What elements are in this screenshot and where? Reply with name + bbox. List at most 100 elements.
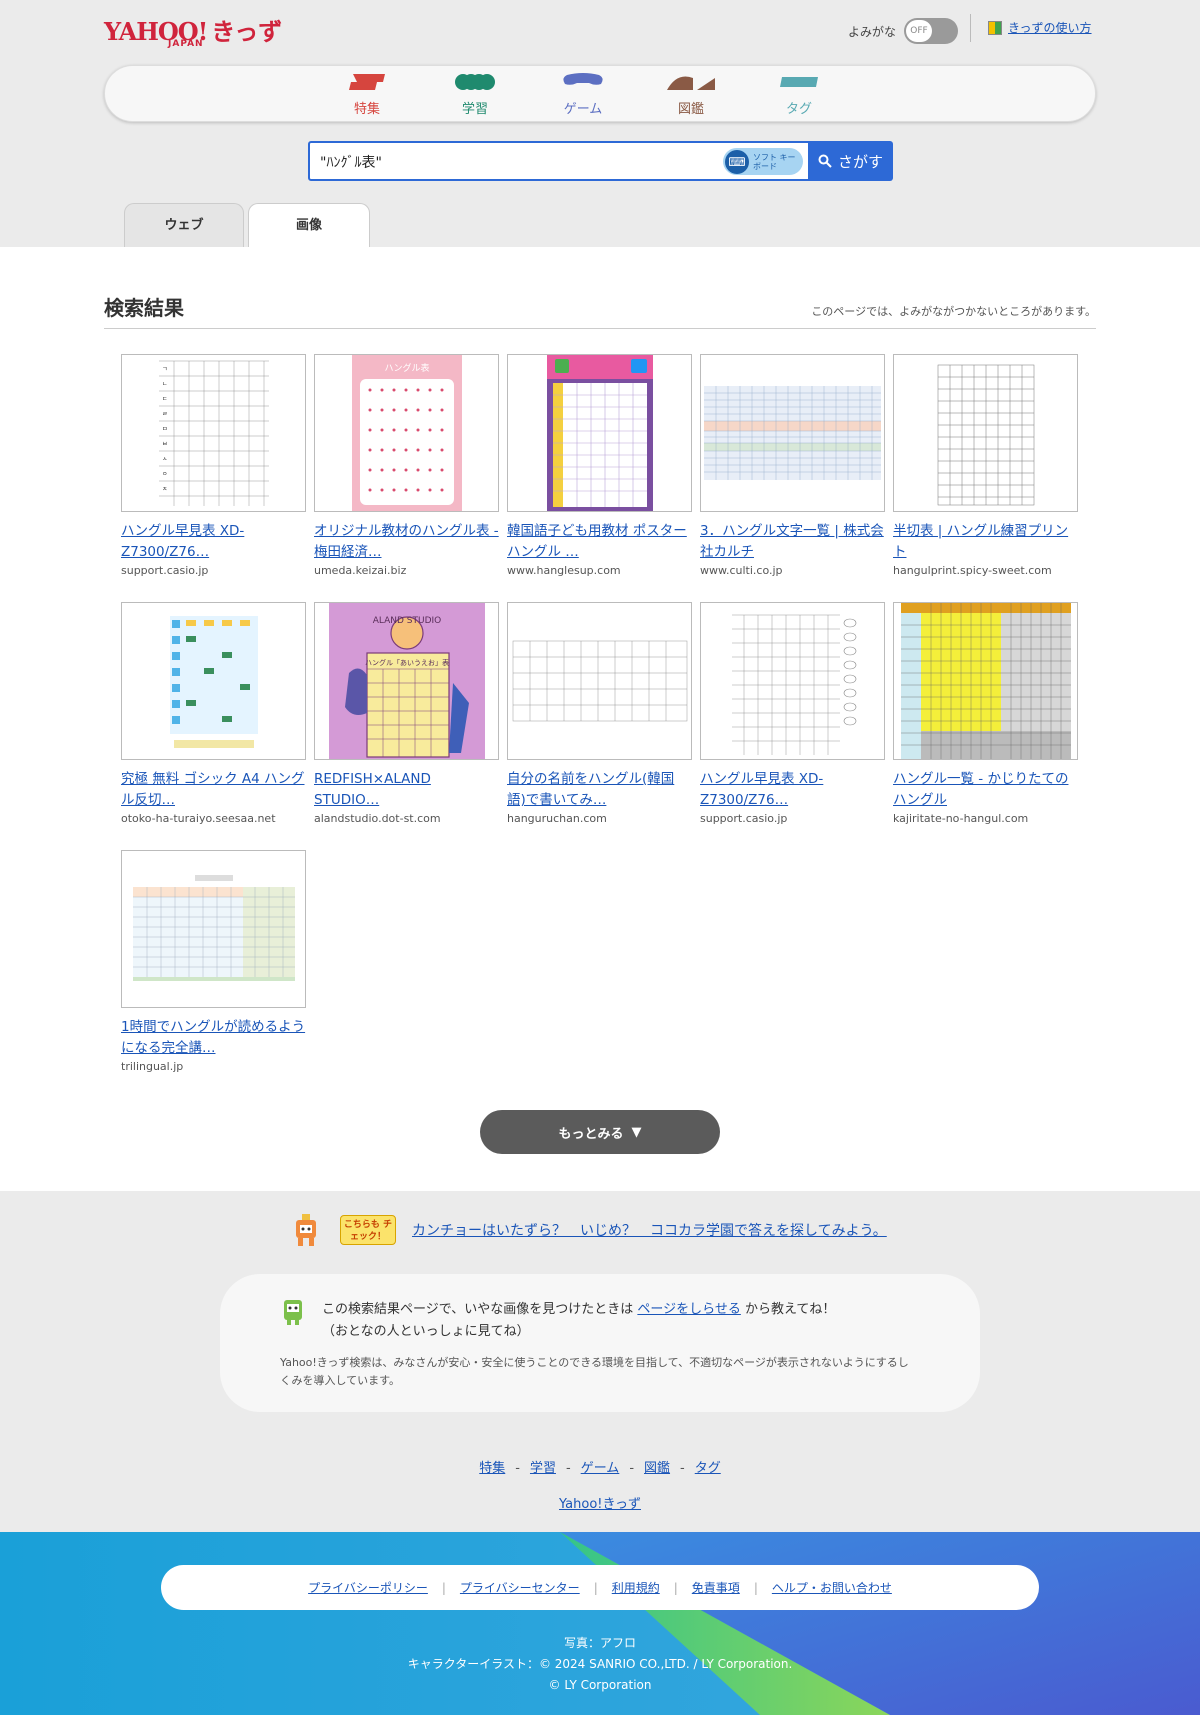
report-notice: この検索結果ページで、いやな画像を見つけたときは ページをしらせる から教えてね… xyxy=(220,1274,980,1412)
search-bar: ⌨ ソフト キーボード さがす xyxy=(308,141,893,181)
result-title-link[interactable]: 究極 無料 ゴシック A4 ハングル反切… xyxy=(121,769,306,811)
yahoo-kids-home-link[interactable]: Yahoo!きっず xyxy=(559,1497,641,1512)
toggle-state: OFF xyxy=(906,20,933,42)
nav-label-feature: 特集 xyxy=(353,102,380,117)
footnav-tag[interactable]: タグ xyxy=(695,1461,721,1476)
page-title: 検索結果 xyxy=(104,296,184,320)
result-thumbnail[interactable]: ハングル表 xyxy=(314,354,499,512)
footnav-encyclopedia[interactable]: 図鑑 xyxy=(644,1461,670,1476)
game-icon xyxy=(563,73,603,85)
search-input[interactable] xyxy=(320,151,700,173)
privacy-policy-link[interactable]: プライバシーポリシー xyxy=(308,1579,428,1596)
svg-text:ㅈ: ㅈ xyxy=(162,486,168,493)
copyright: © LY Corporation xyxy=(548,1678,652,1692)
howto-link[interactable]: きっずの使い方 xyxy=(1008,19,1092,36)
footnav-game[interactable]: ゲーム xyxy=(581,1461,620,1476)
result-card: ㄱㄴㄷㄹㅁㅂㅅㅇㅈ ハングル早見表 XD-Z7300/Z76… support.… xyxy=(121,354,306,577)
robot-character-icon xyxy=(296,1214,316,1246)
search-button-label: さがす xyxy=(837,152,883,171)
privacy-center-link[interactable]: プライバシーセンター xyxy=(460,1579,580,1596)
yomigana-toggle[interactable]: OFF xyxy=(904,18,959,44)
svg-text:ㅁ: ㅁ xyxy=(162,426,168,433)
result-card: ハングル「あいうえお」表 ALAND STUDIO REDFISH×ALAND S… xyxy=(314,602,499,825)
soft-keyboard-button[interactable]: ⌨ ソフト キーボード xyxy=(723,148,803,175)
result-title-link[interactable]: ハングル一覧 - かじりたてのハングル xyxy=(893,769,1078,811)
result-domain: support.casio.jp xyxy=(121,564,209,577)
result-thumbnail[interactable]: ㄱㄴㄷㄹㅁㅂㅅㅇㅈ xyxy=(121,354,306,512)
notice-description: Yahoo!きっず検索は、みなさんが安心・安全に使うことのできる環境を目指して、… xyxy=(280,1356,909,1387)
footnav-feature[interactable]: 特集 xyxy=(479,1461,505,1476)
nav-label-game: ゲーム xyxy=(563,102,603,117)
result-card: 究極 無料 ゴシック A4 ハングル反切… otoko-ha-turaiyo.s… xyxy=(121,602,306,825)
disclaimer-link[interactable]: 免責事項 xyxy=(692,1579,740,1596)
result-card: ハングル早見表 XD-Z7300/Z76… support.casio.jp xyxy=(700,602,885,825)
result-thumbnail[interactable] xyxy=(893,602,1078,760)
show-more-label: もっとみる xyxy=(558,1126,624,1142)
result-thumbnail[interactable] xyxy=(121,850,306,1008)
search-box: ⌨ ソフト キーボード xyxy=(308,141,810,181)
chart-thumbnail-image xyxy=(727,603,858,759)
search-button[interactable]: さがす xyxy=(808,141,893,181)
result-thumbnail[interactable]: ハングル「あいうえお」表 ALAND STUDIO xyxy=(314,602,499,760)
check-badge: こちらも チェック！ xyxy=(340,1215,396,1245)
result-thumbnail[interactable] xyxy=(700,354,885,512)
tab-images[interactable]: 画像 xyxy=(248,203,370,247)
result-title-link[interactable]: 自分の名前をハングル(韓国語)で書いてみ… xyxy=(507,769,692,811)
svg-text:ㄴ: ㄴ xyxy=(162,381,168,388)
tab-web[interactable]: ウェブ xyxy=(124,203,244,247)
result-title-link[interactable]: 1時間でハングルが読めるようになる完全講… xyxy=(121,1017,306,1059)
result-domain: hanguruchan.com xyxy=(507,812,607,825)
nav-item-feature[interactable]: 特集 xyxy=(327,72,407,117)
footnav-separator: - xyxy=(565,1461,571,1476)
terms-link[interactable]: 利用規約 xyxy=(612,1579,660,1596)
nav-item-study[interactable]: 学習 xyxy=(435,72,515,117)
kokokara-link[interactable]: カンチョーはいたずら？ いじめ？ ココカラ学園で答えを探してみよう。 xyxy=(412,1220,887,1240)
footnav-separator: - xyxy=(515,1461,520,1476)
nav-item-tag[interactable]: タグ xyxy=(759,72,839,117)
search-icon xyxy=(818,154,832,168)
result-card: 自分の名前をハングル(韓国語)で書いてみ… hanguruchan.com xyxy=(507,602,692,825)
colorful-chart-thumbnail-image xyxy=(163,606,264,756)
yahoo-kids-logo[interactable]: YAHOO! きっず JAPAN xyxy=(104,12,282,49)
kokokara-promo: こちらも チェック！ カンチョーはいたずら？ いじめ？ ココカラ学園で答えを探し… xyxy=(288,1212,887,1248)
footer-credits: 写真：アフロ キャラクターイラスト：© 2024 SANRIO CO.,LTD.… xyxy=(0,1633,1200,1696)
result-domain: otoko-ha-turaiyo.seesaa.net xyxy=(121,812,276,825)
chart-thumbnail-image: ㄱㄴㄷㄹㅁㅂㅅㅇㅈ xyxy=(153,355,274,511)
result-title-link[interactable]: ハングル早見表 XD-Z7300/Z76… xyxy=(700,769,885,811)
report-page-link[interactable]: ページをしらせる xyxy=(637,1302,740,1317)
nav-label-study: 学習 xyxy=(461,102,488,117)
result-card: 韓国語子ども用教材 ポスター ハングル … www.hanglesup.com xyxy=(507,354,692,577)
header-area: YAHOO! きっず JAPAN よみがな OFF きっずの使い方 特集 学習 ゲ… xyxy=(0,0,1200,247)
result-title-link[interactable]: 3．ハングル文字一覧 | 株式会社カルチ xyxy=(700,521,885,563)
green-character-icon xyxy=(284,1300,302,1325)
yellow-table-thumbnail-image xyxy=(900,603,1071,759)
footer-link-separator: | xyxy=(753,1580,758,1595)
help-link[interactable]: ヘルプ・お問い合わせ xyxy=(772,1579,892,1596)
nav-item-encyclopedia[interactable]: 図鑑 xyxy=(651,72,731,117)
study-icon xyxy=(455,74,495,90)
result-title-link[interactable]: REDFISH×ALAND STUDIO… xyxy=(314,769,499,811)
aland-thumb-logo: ALAND STUDIO xyxy=(372,616,441,626)
result-thumbnail[interactable] xyxy=(700,602,885,760)
notice-line1: この検索結果ページで、いやな画像を見つけたときは ページをしらせる から教えてね… xyxy=(322,1298,835,1317)
result-thumbnail[interactable] xyxy=(121,602,306,760)
triangle-down-icon: ▼ xyxy=(631,1124,642,1140)
yomigana-note: このページでは、よみがながつかないところがあります。 xyxy=(811,305,1096,318)
result-title-link[interactable]: オリジナル教材のハングル表 - 梅田経済… xyxy=(314,521,499,563)
result-title-link[interactable]: 半切表 | ハングル練習プリント xyxy=(893,521,1078,563)
nav-label-encyclopedia: 図鑑 xyxy=(677,102,704,117)
result-thumbnail[interactable] xyxy=(507,602,692,760)
footer-link-separator: | xyxy=(593,1580,598,1595)
footer-links: プライバシーポリシー | プライバシーセンター | 利用規約 | 免責事項 | ヘルプ・お問い合… xyxy=(161,1565,1039,1610)
show-more-button[interactable]: もっとみる ▼ xyxy=(480,1110,720,1154)
footnav-study[interactable]: 学習 xyxy=(530,1461,556,1476)
main-content: 検索結果 このページでは、よみがながつかないところがあります。 ㄱㄴㄷㄹㅁㅂㅅㅇ… xyxy=(0,247,1200,1191)
result-title-link[interactable]: ハングル早見表 XD-Z7300/Z76… xyxy=(121,521,306,563)
footer-category-nav: 特集 - 学習 - ゲーム - 図鑑 - タグ xyxy=(0,1457,1200,1476)
result-thumbnail[interactable] xyxy=(893,354,1078,512)
result-title-link[interactable]: 韓国語子ども用教材 ポスター ハングル … xyxy=(507,521,692,563)
result-thumbnail[interactable] xyxy=(507,354,692,512)
beginner-mark-icon xyxy=(988,20,1002,35)
nav-item-game[interactable]: ゲーム xyxy=(543,72,623,117)
footnav-separator: - xyxy=(629,1461,635,1476)
